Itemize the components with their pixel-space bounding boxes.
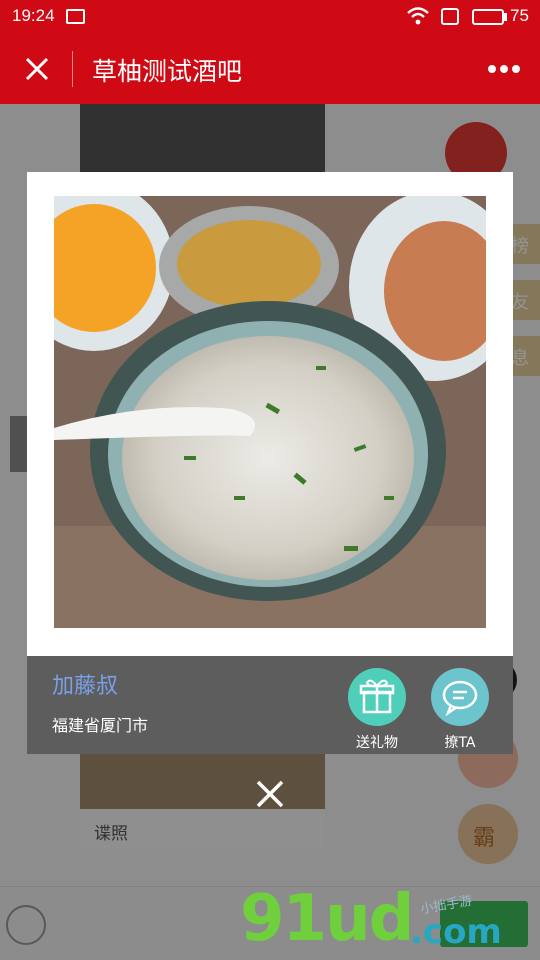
image-notification-icon bbox=[66, 9, 85, 24]
close-icon[interactable] bbox=[22, 54, 52, 84]
user-location: 福建省厦门市 bbox=[52, 716, 149, 735]
send-gift-label: 送礼物 bbox=[356, 735, 398, 751]
watermark: 91ud 小拙手游 .com bbox=[240, 882, 520, 960]
battery-percent: 75 bbox=[510, 6, 529, 25]
page-title: 草柚测试酒吧 bbox=[92, 57, 243, 86]
profile-photo bbox=[54, 196, 486, 628]
battery-icon bbox=[472, 9, 504, 25]
header-divider bbox=[72, 51, 73, 87]
photo-frame bbox=[27, 172, 513, 656]
status-bar: 19:24 75 bbox=[0, 0, 540, 34]
more-options-icon[interactable] bbox=[488, 65, 520, 75]
chat-bubble-icon bbox=[431, 668, 489, 726]
modal-close-icon[interactable] bbox=[254, 778, 286, 810]
watermark-brand: 91ud bbox=[240, 882, 414, 956]
user-info-bar: 加藤叔 福建省厦门市 送礼物 撩TA bbox=[27, 656, 513, 754]
chat-button[interactable]: 撩TA bbox=[425, 668, 495, 752]
gift-icon bbox=[348, 668, 406, 726]
app-header: 草柚测试酒吧 bbox=[0, 34, 540, 104]
watermark-domain: .com bbox=[410, 912, 502, 952]
chat-label: 撩TA bbox=[444, 735, 476, 751]
wifi-icon bbox=[407, 7, 429, 25]
user-photo-modal: 加藤叔 福建省厦门市 送礼物 撩TA bbox=[27, 172, 513, 754]
user-name[interactable]: 加藤叔 bbox=[52, 668, 118, 700]
sim-icon bbox=[441, 8, 459, 25]
status-time: 19:24 bbox=[12, 6, 55, 25]
send-gift-button[interactable]: 送礼物 bbox=[342, 668, 412, 752]
